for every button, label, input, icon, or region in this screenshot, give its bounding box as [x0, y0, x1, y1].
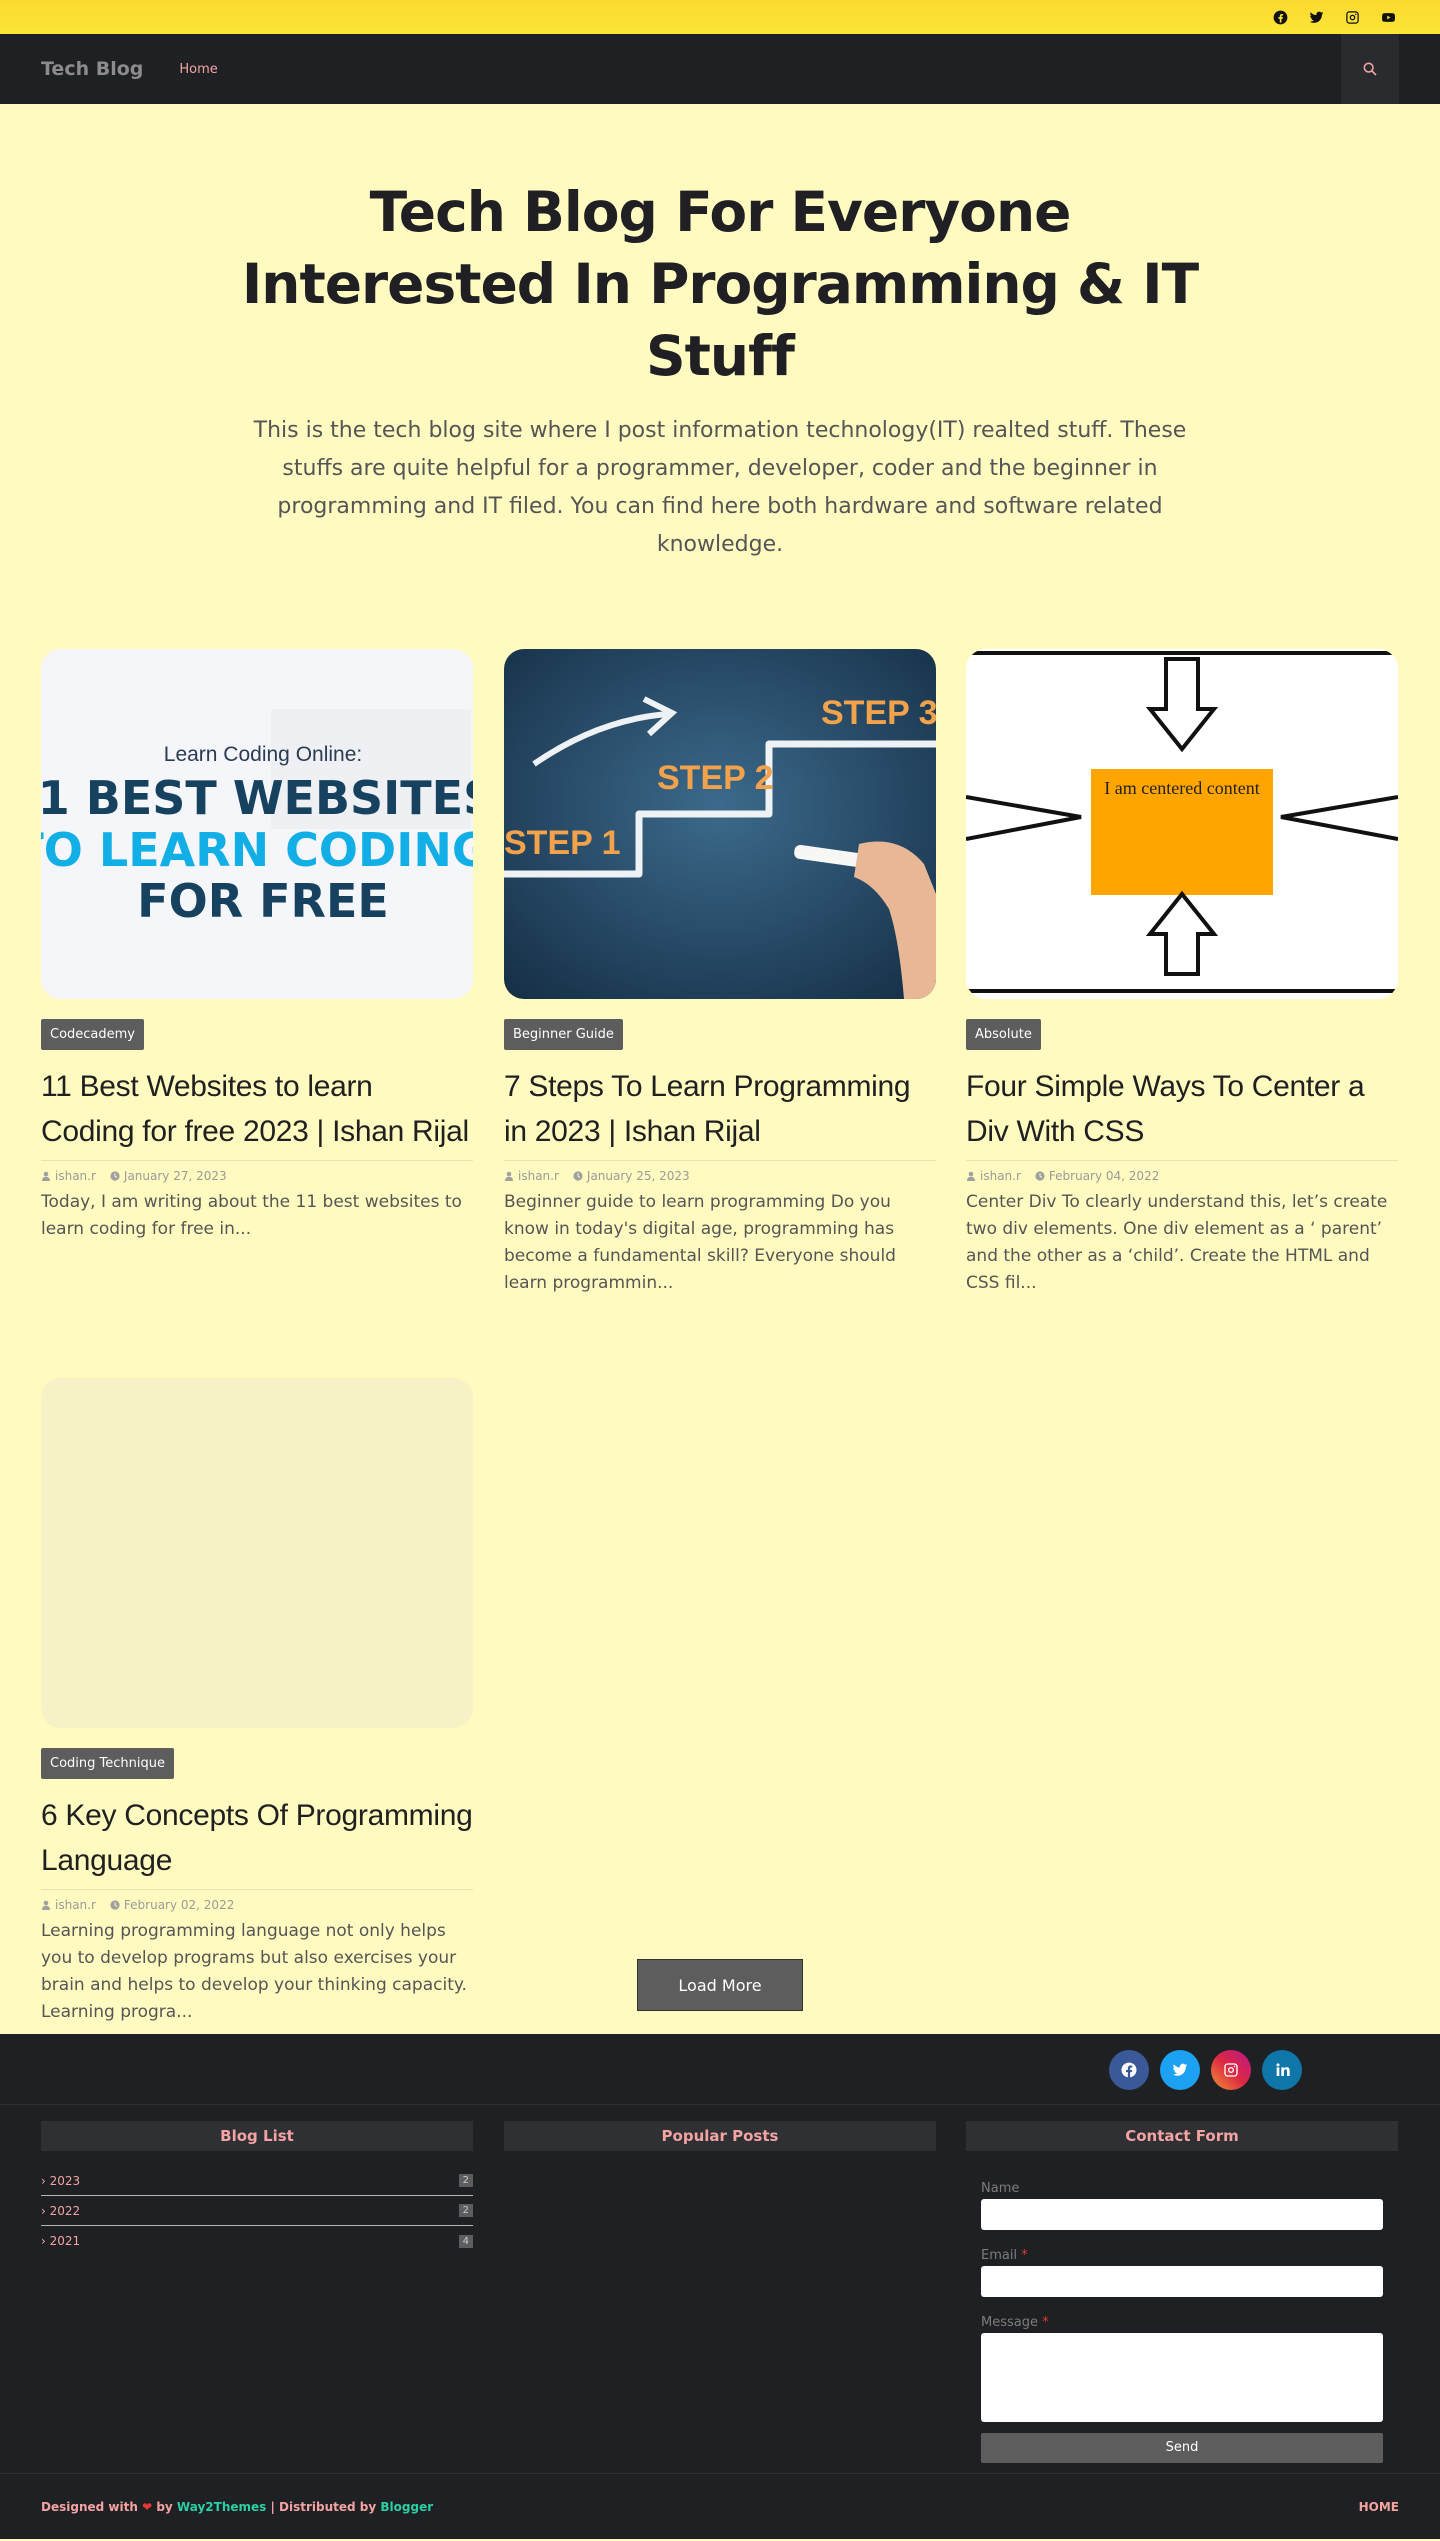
way2themes-link[interactable]: Way2Themes [177, 2500, 266, 2514]
post-excerpt: Beginner guide to learn programming Do y… [504, 1192, 896, 1293]
hero-section: Tech Blog For Everyone Interested In Pro… [0, 104, 1440, 564]
send-button[interactable]: Send [981, 2433, 1383, 2463]
contact-form-heading: Contact Form [966, 2121, 1398, 2151]
name-field[interactable] [981, 2199, 1383, 2230]
archive-item[interactable]: › 2021 4 [41, 2226, 473, 2256]
twitter-icon[interactable] [1308, 9, 1324, 25]
twitter-icon[interactable] [1160, 2050, 1200, 2090]
post-excerpt: Today, I am writing about the 11 best we… [41, 1192, 462, 1239]
post-tag[interactable]: Codecademy [41, 1019, 145, 1050]
load-more-button[interactable]: Load More [637, 1959, 803, 2011]
user-icon [42, 1171, 50, 1181]
email-field[interactable] [981, 2266, 1383, 2297]
post-title[interactable]: 6 Key Concepts Of Programming Language [41, 1793, 473, 1883]
footer-credit: Designed with ❤ by Way2Themes | Distribu… [41, 2499, 434, 2514]
user-icon [505, 1171, 513, 1181]
footer-divider [0, 2104, 1440, 2105]
archive-count: 2 [458, 2174, 473, 2187]
post-thumbnail[interactable]: I am centered content [966, 649, 1398, 999]
post-title[interactable]: Four Simple Ways To Center a Div With CS… [966, 1064, 1398, 1154]
post-card: STEP 1 STEP 2 STEP 3 Beginner Guide 7 St… [504, 649, 936, 1297]
top-social-bar [0, 0, 1440, 34]
post-meta: ishan.r January 27, 2023 [41, 1160, 473, 1183]
linkedin-icon[interactable] [1262, 2050, 1302, 2090]
name-label: Name [981, 2181, 1020, 2196]
post-thumbnail[interactable]: STEP 1 STEP 2 STEP 3 [504, 649, 936, 999]
user-icon [42, 1900, 50, 1910]
blog-list-heading: Blog List [41, 2121, 473, 2151]
post-excerpt: Learning programming language not only h… [41, 1921, 467, 2022]
thumb-text: STEP 1 [504, 824, 621, 862]
post-meta: ishan.r February 02, 2022 [41, 1889, 473, 1912]
post-date: February 02, 2022 [123, 1898, 235, 1912]
popular-posts-widget: Popular Posts [504, 2121, 936, 2151]
footer-social [1109, 2050, 1302, 2090]
thumb-text: FOR FREE [137, 874, 389, 928]
clock-icon [110, 1171, 120, 1181]
email-label: Email * [981, 2248, 1028, 2263]
blogger-link[interactable]: Blogger [380, 2500, 433, 2514]
user-icon [967, 1171, 975, 1181]
post-meta: ishan.r January 25, 2023 [504, 1160, 936, 1183]
archive-label[interactable]: › 2023 [41, 2174, 80, 2188]
post-author[interactable]: ishan.r [980, 1169, 1021, 1183]
archive-item[interactable]: › 2022 2 [41, 2196, 473, 2226]
post-tag[interactable]: Beginner Guide [504, 1019, 623, 1050]
site-logo[interactable]: Tech Blog [41, 58, 143, 80]
message-field[interactable] [981, 2333, 1383, 2422]
thumb-text: TO LEARN CODING [41, 823, 473, 877]
main-navbar: Tech Blog Home [0, 34, 1440, 104]
contact-form-widget: Contact Form Name Email * Message * Send [966, 2121, 1398, 2463]
search-button[interactable] [1341, 34, 1399, 104]
clock-icon [573, 1171, 583, 1181]
thumb-text: STEP 3 [821, 694, 936, 732]
thumb-text: Learn Coding Online: [164, 743, 362, 766]
instagram-icon[interactable] [1344, 9, 1360, 25]
message-label: Message * [981, 2315, 1049, 2330]
post-author[interactable]: ishan.r [518, 1169, 559, 1183]
thumb-text: STEP 2 [657, 759, 774, 797]
post-tag[interactable]: Coding Technique [41, 1748, 174, 1779]
archive-item[interactable]: › 2023 2 [41, 2166, 473, 2196]
nav-home-link[interactable]: Home [179, 62, 217, 77]
post-card: Learn Coding Online: 11 BEST WEBSITES TO… [41, 649, 473, 1243]
post-thumbnail[interactable] [41, 1378, 473, 1728]
post-title[interactable]: 11 Best Websites to learn Coding for fre… [41, 1064, 473, 1154]
post-card: I am centered content Absolute Four Simp… [966, 649, 1398, 1297]
footer-home-link[interactable]: HOME [1359, 2500, 1399, 2514]
post-author[interactable]: ishan.r [55, 1898, 96, 1912]
facebook-icon[interactable] [1109, 2050, 1149, 2090]
archive-count: 4 [458, 2234, 473, 2248]
posts-grid: Learn Coding Online: 11 BEST WEBSITES TO… [0, 564, 1440, 2034]
post-date: January 25, 2023 [586, 1169, 690, 1183]
post-author[interactable]: ishan.r [55, 1169, 96, 1183]
post-excerpt: Center Div To clearly understand this, l… [966, 1192, 1388, 1293]
youtube-icon[interactable] [1380, 9, 1396, 25]
hero-description: This is the tech blog site where I post … [253, 418, 1187, 557]
post-date: February 04, 2022 [1048, 1169, 1160, 1183]
archive-label[interactable]: › 2022 [41, 2204, 80, 2218]
post-tag[interactable]: Absolute [966, 1019, 1041, 1050]
thumb-text: I am centered content [1104, 778, 1259, 798]
popular-posts-heading: Popular Posts [504, 2121, 936, 2151]
facebook-icon[interactable] [1272, 9, 1288, 25]
post-meta: ishan.r February 04, 2022 [966, 1160, 1398, 1183]
footer-bottom-bar: Designed with ❤ by Way2Themes | Distribu… [0, 2473, 1440, 2539]
archive-count: 2 [458, 2204, 473, 2217]
clock-icon [110, 1900, 120, 1910]
archive-label[interactable]: › 2021 [41, 2234, 80, 2248]
post-thumbnail[interactable]: Learn Coding Online: 11 BEST WEBSITES TO… [41, 649, 473, 999]
heart-icon: ❤ [142, 2499, 153, 2514]
footer: Blog List › 2023 2 › 2022 2 › 2021 4 Popula… [0, 2034, 1440, 2539]
hero-title: Tech Blog For Everyone Interested In Pro… [241, 180, 1199, 388]
thumb-text: 11 BEST WEBSITES [41, 771, 473, 825]
post-title[interactable]: 7 Steps To Learn Programming in 2023 | I… [504, 1064, 936, 1154]
instagram-icon[interactable] [1211, 2050, 1251, 2090]
blog-list-widget: Blog List › 2023 2 › 2022 2 › 2021 4 [41, 2121, 473, 2256]
search-icon [1363, 62, 1377, 76]
clock-icon [1035, 1171, 1045, 1181]
post-card: Coding Technique 6 Key Concepts Of Progr… [41, 1378, 473, 2026]
post-date: January 27, 2023 [123, 1169, 227, 1183]
